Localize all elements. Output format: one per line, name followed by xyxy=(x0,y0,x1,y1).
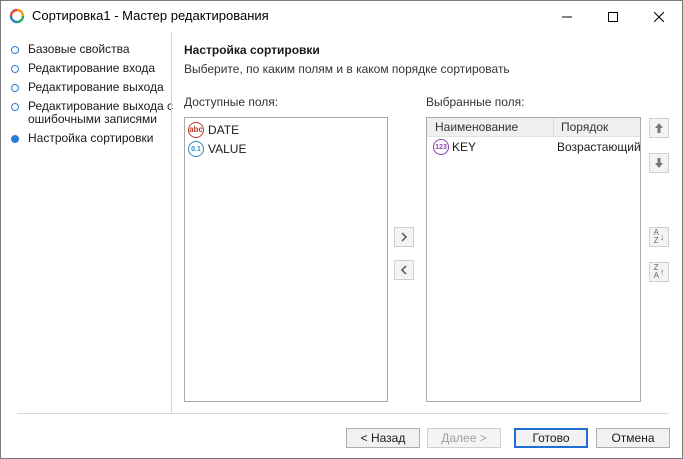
field-name: VALUE xyxy=(208,142,247,156)
step-label: Редактирование выхода с ошибочными запис… xyxy=(28,99,174,126)
close-button[interactable] xyxy=(636,1,682,32)
table-row[interactable]: 123 KEY Возрастающий xyxy=(427,138,641,156)
integer-type-icon: 123 xyxy=(433,139,449,155)
back-button[interactable]: < Назад xyxy=(346,428,420,448)
page-title: Настройка сортировки xyxy=(184,43,320,57)
add-field-button[interactable] xyxy=(394,227,414,247)
sort-ascending-button[interactable]: A Z ↓ xyxy=(649,227,669,247)
step-indicator-icon xyxy=(11,103,19,111)
chevron-right-icon xyxy=(401,232,408,242)
sort-descending-icon: Z A ↑ xyxy=(653,263,665,280)
row-sort-order[interactable]: Возрастающий xyxy=(557,140,641,154)
selected-fields-grid[interactable]: Наименование Порядок 123 KEY Возрастающи… xyxy=(426,117,641,402)
minimize-button[interactable] xyxy=(544,1,590,32)
step-indicator-icon xyxy=(11,65,19,73)
cancel-button[interactable]: Отмена xyxy=(596,428,670,448)
column-divider xyxy=(553,118,554,136)
maximize-icon xyxy=(608,11,618,22)
list-item-date[interactable]: abc DATE xyxy=(188,121,239,139)
grid-header: Наименование Порядок xyxy=(427,118,640,137)
step-edit-input[interactable]: Редактирование входа xyxy=(11,62,178,75)
available-fields-caption: Доступные поля: xyxy=(184,95,279,109)
step-sort-settings[interactable]: Настройка сортировки xyxy=(11,132,178,145)
window-title: Сортировка1 - Мастер редактирования xyxy=(32,8,269,23)
step-indicator-icon xyxy=(11,135,19,143)
arrow-up-icon xyxy=(655,123,663,133)
step-edit-output[interactable]: Редактирование выхода xyxy=(11,81,178,94)
wizard-steps: Базовые свойства Редактирование входа Ре… xyxy=(1,32,173,414)
maximize-button[interactable] xyxy=(590,1,636,32)
app-logo-icon xyxy=(9,8,25,24)
sort-asc-bottom-letter: Z xyxy=(653,236,659,245)
list-item-value[interactable]: 0.1 VALUE xyxy=(188,140,246,158)
sort-desc-bottom-letter: A xyxy=(653,271,659,280)
page-description: Выберите, по каким полям и в каком поряд… xyxy=(184,62,510,76)
steps-divider xyxy=(171,32,172,414)
close-icon xyxy=(654,11,664,22)
field-name: DATE xyxy=(208,123,240,137)
wizard-window: Сортировка1 - Мастер редактирования Базо… xyxy=(0,0,683,459)
finish-button[interactable]: Готово xyxy=(514,428,588,448)
column-header-name[interactable]: Наименование xyxy=(435,120,518,134)
minimize-icon xyxy=(562,16,572,17)
move-down-button[interactable] xyxy=(649,153,669,173)
string-type-icon: abc xyxy=(188,122,204,138)
step-label: Редактирование выхода xyxy=(28,80,164,94)
footer-divider xyxy=(17,413,668,414)
row-field-name: KEY xyxy=(452,140,477,154)
selected-fields-caption: Выбранные поля: xyxy=(426,95,525,109)
available-fields-list[interactable]: abc DATE 0.1 VALUE xyxy=(184,117,388,402)
step-base-properties[interactable]: Базовые свойства xyxy=(11,43,178,56)
step-indicator-icon xyxy=(11,46,19,54)
remove-field-button[interactable] xyxy=(394,260,414,280)
move-up-button[interactable] xyxy=(649,118,669,138)
sort-ascending-icon: A Z ↓ xyxy=(653,228,665,245)
float-type-icon: 0.1 xyxy=(188,141,204,157)
arrow-down-icon xyxy=(655,158,663,168)
sort-descending-button[interactable]: Z A ↑ xyxy=(649,262,669,282)
chevron-left-icon xyxy=(400,265,407,275)
step-label: Редактирование входа xyxy=(28,61,156,75)
step-indicator-icon xyxy=(11,84,19,92)
column-header-order[interactable]: Порядок xyxy=(561,120,608,134)
step-edit-error-output[interactable]: Редактирование выхода с ошибочными запис… xyxy=(11,100,178,126)
step-label: Настройка сортировки xyxy=(28,131,154,145)
step-label: Базовые свойства xyxy=(28,42,130,56)
next-button[interactable]: Далее > xyxy=(427,428,501,448)
title-bar: Сортировка1 - Мастер редактирования xyxy=(1,1,682,32)
